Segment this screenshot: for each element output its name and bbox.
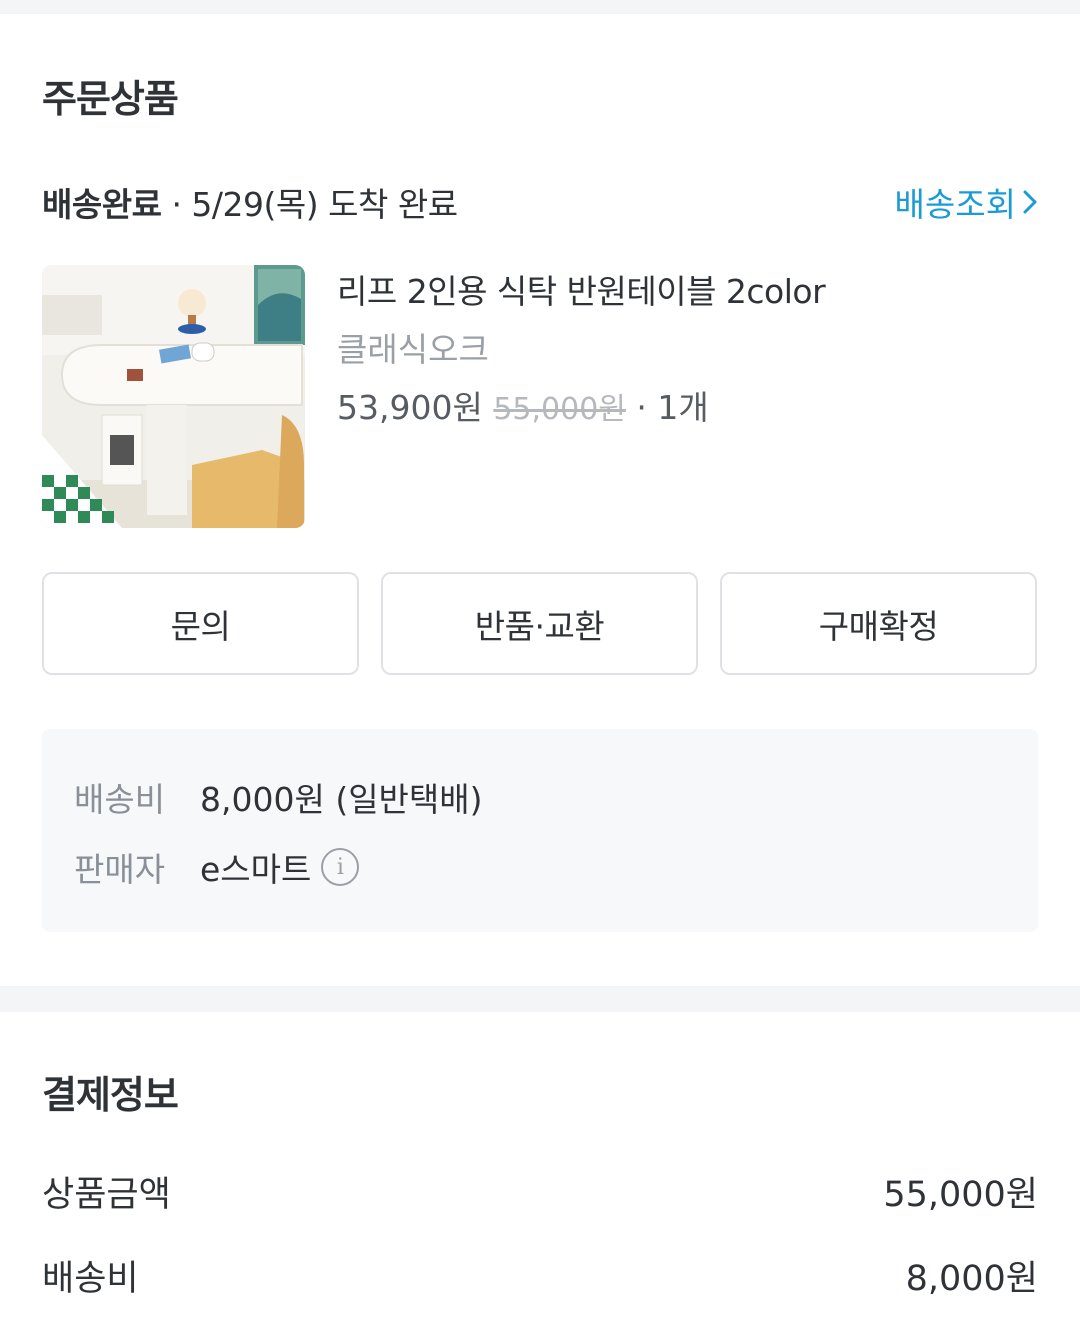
quantity: · 1개 <box>625 388 709 427</box>
payment-row-label: 배송비 <box>42 1259 139 1299</box>
shipping-fee-row: 배송비 8,000원 (일반택배) <box>74 773 483 821</box>
confirm-purchase-button[interactable]: 구매확정 <box>720 572 1037 675</box>
seller-row: 판매자 e스마트 i <box>74 843 360 891</box>
product-thumbnail[interactable] <box>42 265 305 528</box>
delivery-status: 배송완료 · 5/29(목) 도착 완료 <box>42 178 458 226</box>
shipping-info-box: 배송비 8,000원 (일반택배) 판매자 e스마트 i <box>42 729 1038 932</box>
payment-row-product-amount: 상품금액 55,000원 <box>42 1166 1038 1216</box>
product-image <box>42 265 305 528</box>
price-line: 53,900원 55,000원 · 1개 <box>337 386 1037 432</box>
chevron-right-icon <box>1023 190 1037 214</box>
original-price: 55,000원 <box>493 392 626 427</box>
product-name[interactable]: 리프 2인용 식탁 반원테이블 2color <box>337 270 1037 314</box>
delivery-status-row: 배송완료 · 5/29(목) 도착 완료 배송조회 <box>42 178 1038 226</box>
payment-row-label: 상품금액 <box>42 1175 171 1215</box>
seller-value: e스마트 <box>200 850 312 889</box>
delivery-status-detail: · 5/29(목) 도착 완료 <box>161 185 458 224</box>
return-exchange-button[interactable]: 반품·교환 <box>381 572 698 675</box>
shipping-fee-value: 8,000원 (일반택배) <box>200 780 483 819</box>
shipping-fee-label: 배송비 <box>74 780 166 819</box>
payment-row-shipping-fee: 배송비 8,000원 <box>42 1250 1038 1300</box>
seller-label: 판매자 <box>74 850 166 889</box>
delivery-status-label: 배송완료 <box>42 185 162 224</box>
section-divider-top <box>0 0 1080 14</box>
product-info: 리프 2인용 식탁 반원테이블 2color 클래식오크 53,900원 55,… <box>337 270 1037 432</box>
info-icon[interactable]: i <box>321 848 360 886</box>
track-delivery-label: 배송조회 <box>894 185 1016 224</box>
product-brand: 클래식오크 <box>337 330 489 369</box>
inquiry-button[interactable]: 문의 <box>42 572 359 675</box>
payment-row-value: 8,000원 <box>905 1259 1038 1299</box>
payment-title: 결제정보 <box>42 1073 179 1117</box>
payment-row-value: 55,000원 <box>883 1175 1038 1215</box>
order-items-title: 주문상품 <box>42 77 179 121</box>
sale-price: 53,900원 <box>337 388 483 427</box>
track-delivery-link[interactable]: 배송조회 <box>895 178 1038 226</box>
section-divider <box>0 986 1080 1012</box>
